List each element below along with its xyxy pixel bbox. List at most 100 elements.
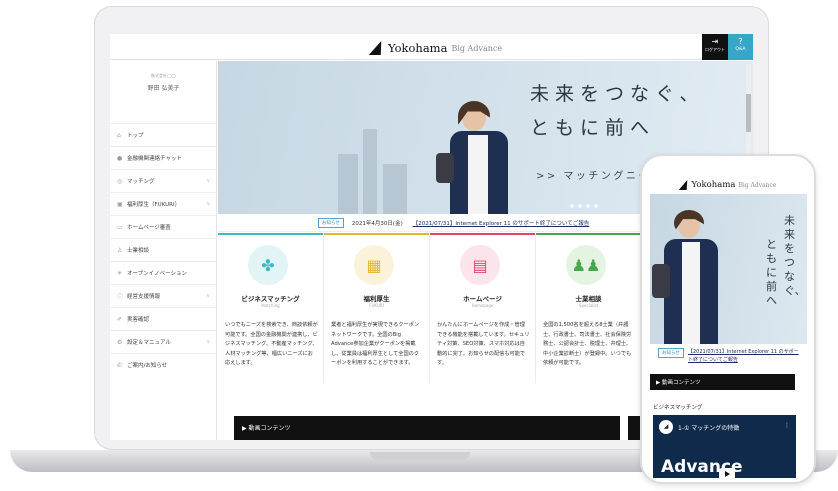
news-badge: お知らせ [318, 217, 344, 228]
gift-icon: ▣ [117, 200, 123, 208]
chevron-down-icon: ∨ [206, 178, 210, 184]
laptop-notch [370, 452, 470, 460]
card-title: 福利厚生 [363, 295, 390, 303]
phone-video-thumbnail[interactable]: ◢ 1-① マッチングの特徴 ⋮ Advance [653, 415, 796, 478]
phone-video-label: 動画コンテンツ [661, 380, 701, 386]
card-accent-line [324, 233, 429, 235]
chevron-down-icon: ∨ [206, 201, 210, 207]
qa-button[interactable]: ? Q&A [728, 34, 753, 60]
card-description: いつでもニーズを検索でき、商談依頼が可能です。全国の金融機関が連携し、ビジネスマ… [225, 322, 318, 366]
card-title: ビジネスマッチング [241, 295, 300, 303]
phone-hero: 未来をつなぐ、 ともに前へ [650, 194, 807, 344]
service-card[interactable]: ▤ ホームページ Homepage かんたんにホームページを作成・管理できる機能を搭載… [430, 233, 536, 383]
card-subtitle: Specialist [578, 303, 599, 308]
carousel-dot[interactable] [570, 204, 574, 208]
phone-section-title: ビジネスマッチング [653, 405, 703, 411]
sidebar-item[interactable]: ▭ ホームページ審査 [110, 215, 217, 238]
sidebar-item[interactable]: ⓘ 経営支援情報 ∨ [110, 284, 217, 307]
service-card[interactable]: ♟♟ 士業相談 Specialist 全国の1,500名を超える8士業（弁護士、行政書… [536, 233, 642, 383]
sidebar-item[interactable]: ⚙ 設定＆マニュアル ∨ [110, 330, 217, 353]
chat-icon: ● [117, 154, 123, 162]
pencil-icon: ✐ [117, 315, 123, 323]
sidebar-item[interactable]: ✆ ご案内/お知らせ [110, 353, 217, 376]
user-name: 野田 弘美子 [147, 85, 180, 92]
sidebar-item-label: 設定＆マニュアル [127, 340, 171, 346]
card-title: ホームページ [463, 295, 502, 303]
news-link[interactable]: 【2021/07/31】Internet Explorer 11 のサポート終了… [413, 219, 590, 227]
phone-logo[interactable]: Yokohama Big Advance [650, 178, 807, 192]
phone-video-bar[interactable]: ▶ 動画コンテンツ [650, 374, 795, 390]
carousel-dot[interactable] [586, 204, 590, 208]
hero-person-shirt [468, 135, 488, 214]
phone-news-link[interactable]: 【2021/07/31】Internet Explorer 11 のサポート終了… [688, 348, 800, 364]
more-options-icon[interactable]: ⋮ [784, 422, 790, 429]
card-description: かんたんにホームページを作成・管理できる機能を搭載しています。セキュリティ対策、… [437, 322, 530, 366]
carousel-dot[interactable] [578, 204, 582, 208]
top-header: Yokohama Big Advance ⇥ ログアウト ? Q&A [110, 34, 753, 60]
carousel-dots[interactable] [570, 204, 598, 208]
sidebar-item-label: オープンイノベーション [127, 271, 188, 277]
sidebar-item[interactable]: ✳ オープンイノベーション [110, 261, 217, 284]
phone-logo-main: Yokohama [691, 180, 736, 190]
service-card[interactable]: ▦ 福利厚生 FUKURI 業者と福利厚生が実現できるクーポンネットワークです。全国の… [324, 233, 430, 383]
phone-news-badge: お知らせ [658, 348, 684, 358]
sidebar-item[interactable]: ♙ 士業相談 [110, 238, 217, 261]
news-date: 2021年4月30日(金) [351, 220, 403, 227]
logout-button[interactable]: ⇥ ログアウト [702, 34, 728, 60]
card-accent-line [536, 233, 641, 235]
sidebar: 株式会社◯◯ 野田 弘美子 ⌂ トップ ● 金融機関連絡チャット ◎ マッチング ∨ ▣ 福利厚… [110, 61, 217, 440]
sidebar-item-label: ご案内/お知らせ [127, 363, 168, 369]
handshake-icon: ✤ [248, 245, 288, 285]
home-icon: ⌂ [117, 131, 121, 139]
phone-person-shirt [682, 242, 700, 344]
info-icon: ⓘ [117, 293, 124, 301]
sparkle-icon: ✳ [117, 269, 123, 277]
sidebar-item-label: 実客確認 [127, 317, 150, 323]
sidebar-item[interactable]: ▣ 福利厚生（FUKURI） ∨ [110, 192, 217, 215]
logout-icon: ⇥ [711, 37, 719, 46]
hero-tagline-1: 未来をつなぐ、 [530, 83, 705, 105]
card-title: 士業相談 [575, 295, 602, 303]
phone-logo-sub: Big Advance [738, 181, 777, 189]
sidebar-item-label: 福利厚生（FUKURI） [127, 202, 181, 208]
building-shape [383, 164, 407, 214]
monitor-icon: ▭ [117, 223, 123, 231]
help-icon: ? [738, 37, 743, 46]
card-subtitle: FUKURI [369, 303, 384, 308]
hero-person-bag [436, 153, 454, 183]
people-icon: ♙ [117, 246, 123, 254]
video-content-bar[interactable]: ▶ 動画コンテンツ [234, 416, 620, 440]
site-logo[interactable]: Yokohama Big Advance [368, 39, 503, 57]
scrollbar-thumb[interactable] [746, 94, 751, 132]
sidebar-item-label: 士業相談 [127, 248, 150, 254]
card-accent-line [430, 233, 535, 235]
card-subtitle: Matching [261, 303, 280, 308]
sidebar-item-label: 金融機関連絡チャット [127, 156, 182, 162]
carousel-dot[interactable] [594, 204, 598, 208]
handshake-icon: ◎ [117, 177, 123, 185]
gear-icon: ⚙ [117, 338, 123, 346]
play-button[interactable] [719, 468, 735, 478]
sidebar-item[interactable]: ◎ マッチング ∨ [110, 169, 217, 192]
sidebar-item[interactable]: ● 金融機関連絡チャット [110, 146, 217, 169]
phone-screen: Yokohama Big Advance 未来をつなぐ、 ともに前へ お知らせ … [650, 170, 807, 478]
sidebar-item-label: マッチング [127, 179, 155, 185]
sidebar-item-label: トップ [127, 133, 144, 139]
sidebar-item[interactable]: ✐ 実客確認 [110, 307, 217, 330]
qa-label: Q&A [735, 47, 746, 52]
service-card[interactable]: ✤ ビジネスマッチング Matching いつでもニーズを検索でき、商談依頼が可能です… [218, 233, 324, 383]
building-shape [363, 129, 377, 214]
card-accent-line [218, 233, 323, 235]
hero-tagline-2: ともに前へ [530, 117, 656, 139]
company-name: 株式会社◯◯ [151, 73, 176, 78]
sidebar-item-label: ホームページ審査 [127, 225, 171, 231]
chevron-down-icon: ∨ [206, 339, 210, 345]
card-description: 業者と福利厚生が実現できるクーポンネットワークです。全国のBig Advance… [331, 322, 420, 366]
building-shape [338, 154, 358, 214]
logout-label: ログアウト [705, 47, 725, 52]
megaphone-icon: ✆ [117, 361, 123, 369]
sidebar-item[interactable]: ⌂ トップ [110, 123, 217, 146]
phone-tagline-2: ともに前へ [766, 238, 777, 307]
people-icon: ♟♟ [566, 245, 606, 285]
logo-sub-text: Big Advance [451, 43, 503, 53]
